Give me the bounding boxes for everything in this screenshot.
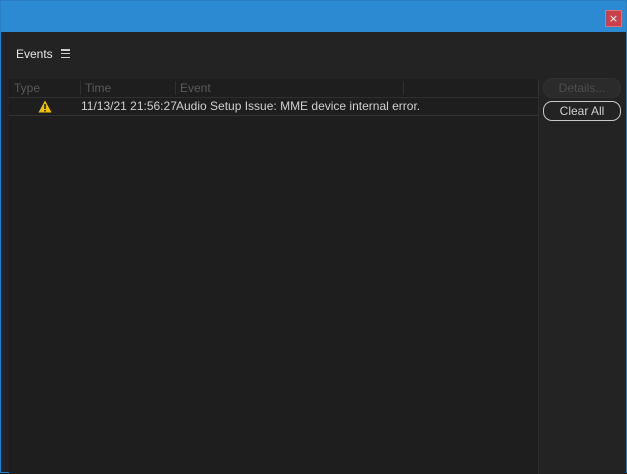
clear-all-button[interactable]: Clear All [543, 101, 621, 121]
warning-icon [38, 100, 52, 113]
column-separator[interactable] [80, 81, 81, 95]
row-event: Audio Setup Issue: MME device internal e… [176, 99, 421, 113]
column-header-event[interactable]: Event [180, 79, 211, 97]
close-button[interactable]: × [605, 10, 622, 27]
events-window: × Events Type Time Event 11/13/21 21:56:… [0, 0, 627, 474]
details-button[interactable]: Details... [543, 78, 621, 98]
title-bar[interactable]: × [1, 1, 626, 32]
column-separator[interactable] [403, 81, 404, 95]
column-header-time[interactable]: Time [85, 79, 111, 97]
events-list[interactable]: Type Time Event 11/13/21 21:56:27 Audio … [9, 79, 539, 474]
panel-title: Events [16, 47, 53, 61]
panel-header: Events [1, 32, 626, 74]
row-time: 11/13/21 21:56:27 [81, 99, 177, 113]
column-separator[interactable] [175, 81, 176, 95]
column-header-type[interactable]: Type [14, 79, 40, 97]
button-column: Details... Clear All [539, 74, 626, 474]
table-row[interactable]: 11/13/21 21:56:27 Audio Setup Issue: MME… [9, 98, 538, 116]
panel-menu-icon[interactable] [61, 49, 70, 59]
